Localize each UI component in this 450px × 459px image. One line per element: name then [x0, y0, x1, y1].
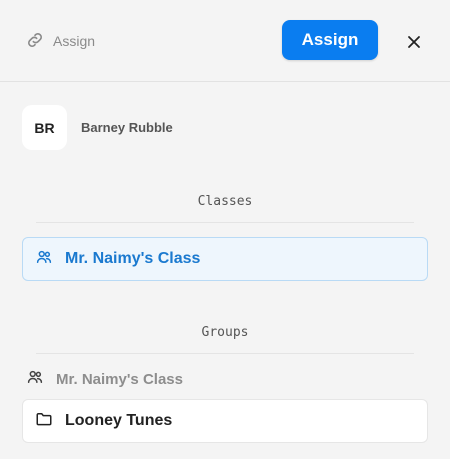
assign-link: Assign	[25, 31, 95, 51]
users-icon	[35, 248, 53, 271]
close-icon[interactable]	[403, 31, 425, 53]
modal-header: Assign Assign	[0, 0, 450, 82]
group-item[interactable]: Looney Tunes	[22, 399, 428, 443]
student-info: BR Barney Rubble	[22, 105, 173, 150]
group-item-label: Looney Tunes	[65, 412, 173, 429]
assign-link-label: Assign	[53, 33, 96, 49]
class-item[interactable]: Mr. Naimy's Class	[22, 237, 428, 281]
class-item-label: Mr. Naimy's Class	[65, 250, 201, 267]
classes-section-title: Classes	[36, 194, 414, 223]
group-parent-class: Mr. Naimy's Class	[22, 357, 428, 401]
groups-section-title: Groups	[36, 325, 414, 354]
link-icon	[25, 30, 45, 53]
assign-button[interactable]: Assign	[282, 20, 378, 60]
avatar: BR	[22, 105, 67, 150]
student-name: Barney Rubble	[81, 120, 173, 135]
group-parent-label: Mr. Naimy's Class	[56, 370, 183, 388]
folder-icon	[35, 410, 53, 433]
users-icon	[26, 368, 44, 390]
